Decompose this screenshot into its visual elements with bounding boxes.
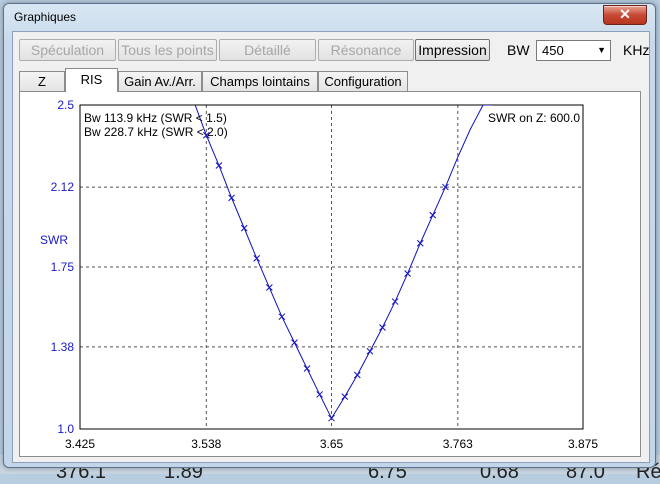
- all-points-button[interactable]: Tous les points: [118, 39, 217, 61]
- data-point-marker: [303, 365, 311, 372]
- window-title: Graphiques: [14, 10, 77, 24]
- print-button[interactable]: Impression: [415, 39, 490, 61]
- tab-z[interactable]: Z: [19, 71, 65, 91]
- y-tick-label: 1.75: [51, 260, 75, 274]
- swr-chart: 3.425 3.538 3.65 3.763 3.875 1.0 1.38 1.75 2.12 2…: [40, 98, 598, 451]
- data-point-marker: [253, 255, 261, 262]
- tab-gain[interactable]: Gain Av./Arr.: [118, 71, 202, 91]
- resonance-button[interactable]: Résonance: [318, 39, 414, 61]
- y-tick-label: 1.0: [57, 422, 74, 436]
- y-tick-label: 2.12: [51, 180, 75, 194]
- y-tick-label: 1.38: [51, 340, 75, 354]
- data-point-marker: [366, 347, 374, 355]
- bw-value: 450: [542, 43, 564, 58]
- x-tick-label: 3.425: [65, 437, 95, 451]
- x-tick-label: 3.763: [443, 437, 473, 451]
- data-point-marker: [228, 194, 235, 202]
- bw-select[interactable]: 450 ▼: [536, 40, 611, 61]
- data-point-marker: [416, 239, 424, 247]
- close-icon: ✕: [619, 6, 631, 22]
- y-axis-label: SWR: [40, 233, 68, 247]
- data-point-marker: [341, 393, 349, 400]
- x-tick-label: 3.875: [568, 437, 598, 451]
- data-point-marker: [316, 391, 324, 398]
- chevron-down-icon: ▼: [597, 45, 606, 55]
- window-client-area: Spéculation Tous les points Détaillé Rés…: [12, 31, 650, 463]
- data-point-marker: [379, 324, 386, 331]
- close-button[interactable]: ✕: [603, 5, 647, 25]
- data-point-marker: [265, 284, 273, 291]
- data-point-marker: [391, 298, 399, 305]
- graphiques-window: Graphiques ✕ Spéculation Tous les points…: [3, 3, 656, 468]
- data-point-marker: [353, 371, 361, 379]
- data-point-marker: [429, 211, 437, 219]
- data-point-marker: [278, 313, 286, 321]
- detailed-button[interactable]: Détaillé: [219, 39, 316, 61]
- bw-unit-label: KHz: [623, 42, 650, 58]
- tab-far-field[interactable]: Champs lointains: [202, 71, 318, 91]
- swr-reference-annotation: SWR on Z: 600.0: [488, 111, 580, 125]
- x-tick-label: 3.538: [191, 437, 221, 451]
- y-tick-label: 2.5: [57, 98, 74, 112]
- x-tick-label: 3.65: [320, 437, 344, 451]
- data-point-marker: [328, 414, 335, 422]
- data-point-marker: [215, 162, 223, 169]
- bandwidth-annotation: Bw 228.7 kHz (SWR < 2.0): [84, 125, 228, 139]
- data-point-marker: [291, 339, 298, 346]
- tab-configuration[interactable]: Configuration: [318, 71, 408, 91]
- swr-chart-panel: 3.425 3.538 3.65 3.763 3.875 1.0 1.38 1.75 2.12 2…: [19, 91, 641, 457]
- data-point-marker: [240, 224, 248, 232]
- bandwidth-annotation: Bw 113.9 kHz (SWR < 1.5): [84, 111, 227, 125]
- swr-curve: [194, 105, 492, 420]
- tab-ris[interactable]: RIS: [65, 68, 118, 92]
- data-point-marker: [404, 270, 411, 277]
- bw-label: BW: [507, 42, 530, 58]
- speculation-button[interactable]: Spéculation: [19, 39, 116, 61]
